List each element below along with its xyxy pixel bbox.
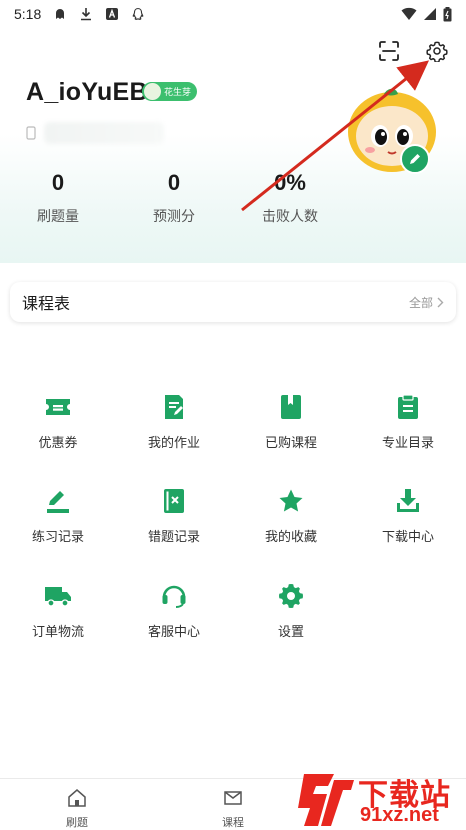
stat-value: 0 [51,170,65,195]
schedule-title: 课程表 [22,296,71,313]
stat-label: 刷题量 [37,208,79,224]
wrong-record-icon [159,486,189,516]
battery-icon [443,6,452,21]
top-actions [376,38,450,64]
home-icon [68,789,86,807]
grid-label: 下载中心 [381,529,434,544]
gear-icon [276,581,306,611]
grid-label: 客服中心 [147,624,200,639]
gear-icon [426,41,448,62]
stat-label: 击败人数 [262,208,318,224]
catalog-icon [393,392,423,422]
scan-icon [379,41,399,61]
nav-item-practice[interactable]: 刷题 [47,787,107,830]
truck-icon [43,581,73,611]
grid-label: 错题记录 [147,529,200,544]
grid-item-catalog[interactable]: 专业目录 [350,392,466,451]
homework-icon [159,392,189,422]
wifi-icon [401,7,417,20]
chevron-right-icon [437,297,444,307]
grid-item-coupon[interactable]: 优惠券 [0,392,116,451]
grid-item-customer-service[interactable]: 客服中心 [116,581,232,640]
schedule-card[interactable]: 课程表 全部 [10,282,456,322]
grid-item-order-logistics[interactable]: 订单物流 [0,581,116,640]
status-time: 5:18 [14,6,42,22]
grid-label: 我的收藏 [264,529,317,544]
qq-icon [132,7,144,20]
stat-predicted-score[interactable]: 0 预测分 [119,170,229,226]
level-badge-label: 花生芽 [164,87,192,97]
grid-item-purchased-courses[interactable]: 已购课程 [233,392,349,451]
grid-item-settings[interactable]: 设置 [233,581,349,640]
phone-number-masked [44,122,164,144]
grid-item-download-center[interactable]: 下载中心 [350,486,466,545]
grid-item-favorites[interactable]: 我的收藏 [233,486,349,545]
coupon-icon [43,392,73,422]
grid-label: 设置 [277,624,304,639]
grid-label: 我的作业 [147,435,200,450]
stat-value: 0% [274,170,306,195]
phone-icon [26,126,36,140]
grid-item-wrong-record[interactable]: 错题记录 [116,486,232,545]
edit-avatar-button[interactable] [400,144,430,174]
stat-beat-percent[interactable]: 0% 击败人数 [235,170,345,226]
grid-label: 已购课程 [264,435,317,450]
pencil-icon [410,154,420,164]
settings-button[interactable] [424,38,450,64]
purchased-course-icon [276,392,306,422]
stat-label: 预测分 [153,208,195,224]
nav-label: 课程 [222,817,244,829]
grid-item-homework[interactable]: 我的作业 [116,392,232,451]
signal-icon [424,8,436,20]
app-a-icon [106,8,119,20]
grid-label: 优惠券 [38,435,78,450]
grid-label: 订单物流 [31,624,84,639]
star-icon [276,486,306,516]
course-icon [224,791,242,805]
download-icon [393,486,423,516]
grid-label: 练习记录 [31,529,84,544]
schedule-more-label: 全部 [408,295,433,310]
status-bar: 5:18 [0,0,466,28]
grid-label: 专业目录 [381,435,434,450]
headset-icon [159,581,189,611]
sprout-icon [143,82,162,101]
download-status-icon [81,8,92,21]
schedule-more-link[interactable]: 全部 [409,294,444,311]
watermark: 下载站 91xz.net [296,768,466,830]
system-icons [401,6,452,22]
nav-item-courses[interactable]: 课程 [203,787,263,830]
watermark-sub: 91xz.net [360,804,439,826]
stat-value: 0 [167,170,181,195]
practice-record-icon [43,486,73,516]
notification-icons [53,7,145,21]
ghost-icon [56,9,65,19]
username: A_ioYuEB [26,78,148,106]
scan-button[interactable] [376,38,402,64]
phone-row [26,122,164,144]
level-badge: 花生芽 [142,82,198,101]
nav-label: 刷题 [66,817,88,829]
grid-item-practice-record[interactable]: 练习记录 [0,486,116,545]
watermark-logo [298,774,354,826]
stat-questions[interactable]: 0 刷题量 [3,170,113,226]
